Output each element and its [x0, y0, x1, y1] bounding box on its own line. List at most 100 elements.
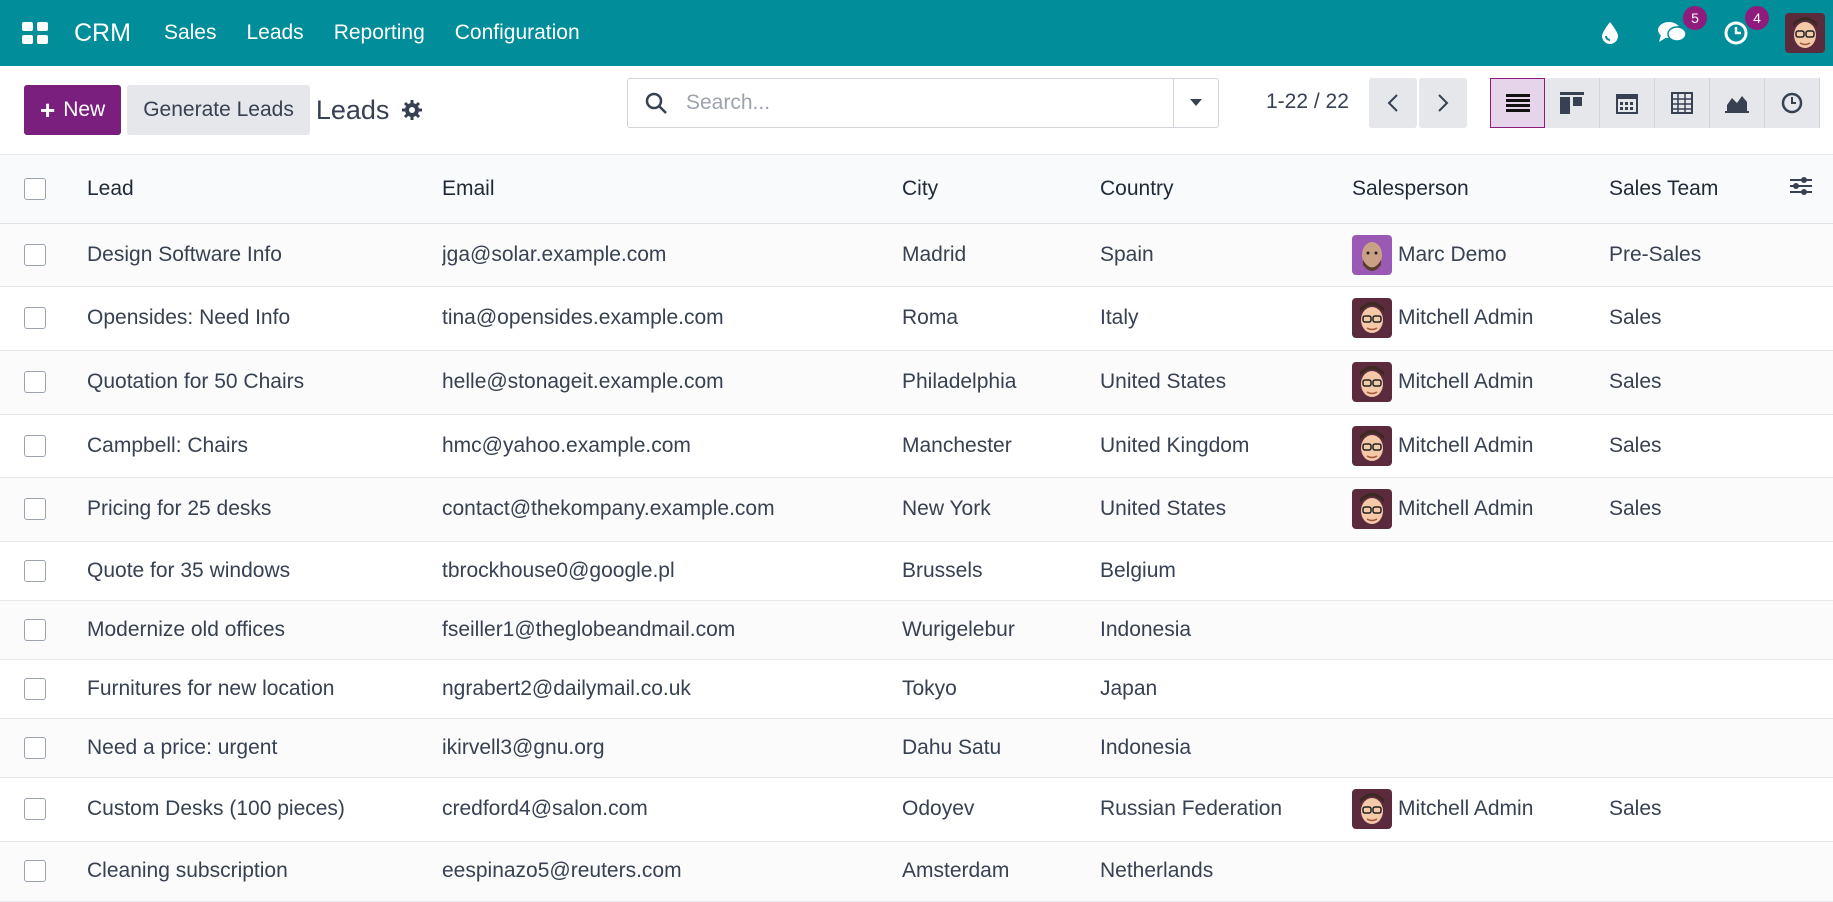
row-checkbox[interactable] — [24, 243, 46, 266]
table-row[interactable]: Design Software Info jga@solar.example.co… — [0, 223, 1833, 286]
cell-city[interactable]: Dahu Satu — [902, 718, 1100, 777]
cell-salesperson[interactable] — [1352, 541, 1609, 600]
gear-icon[interactable] — [401, 99, 423, 121]
cell-lead[interactable]: Cleaning subscription — [87, 841, 442, 901]
cell-city[interactable]: Amsterdam — [902, 841, 1100, 901]
cell-sales-team[interactable]: Sales — [1609, 286, 1789, 350]
generate-leads-button[interactable]: Generate Leads — [127, 85, 310, 135]
cell-city[interactable]: Brussels — [902, 541, 1100, 600]
cell-sales-team[interactable] — [1609, 841, 1789, 901]
cell-sales-team[interactable]: Sales — [1609, 414, 1789, 477]
pivot-view-button[interactable] — [1655, 78, 1710, 128]
cell-email[interactable]: tina@opensides.example.com — [442, 286, 902, 350]
cell-salesperson[interactable] — [1352, 659, 1609, 718]
cell-email[interactable]: hmc@yahoo.example.com — [442, 414, 902, 477]
cell-sales-team[interactable]: Sales — [1609, 477, 1789, 541]
row-checkbox[interactable] — [24, 618, 46, 641]
menu-configuration[interactable]: Configuration — [455, 21, 580, 45]
cell-lead[interactable]: Modernize old offices — [87, 600, 442, 659]
cell-country[interactable]: Netherlands — [1100, 841, 1352, 901]
table-row[interactable]: Custom Desks (100 pieces) credford4@salon… — [0, 777, 1833, 841]
row-checkbox[interactable] — [24, 307, 46, 329]
cell-lead[interactable]: Opensides: Need Info — [87, 286, 442, 350]
cell-salesperson[interactable]: Mitchell Admin — [1352, 286, 1609, 350]
cell-salesperson[interactable]: Mitchell Admin — [1352, 777, 1609, 841]
optional-columns-toggle[interactable] — [1789, 155, 1833, 223]
new-button[interactable]: + New — [24, 85, 122, 135]
cell-email[interactable]: fseiller1@theglobeandmail.com — [442, 600, 902, 659]
menu-leads[interactable]: Leads — [246, 21, 303, 45]
cell-country[interactable]: Indonesia — [1100, 718, 1352, 777]
cell-salesperson[interactable] — [1352, 600, 1609, 659]
cell-salesperson[interactable]: Mitchell Admin — [1352, 350, 1609, 414]
graph-view-button[interactable] — [1710, 78, 1765, 128]
calendar-view-button[interactable] — [1600, 78, 1655, 128]
row-checkbox[interactable] — [24, 677, 46, 700]
cell-salesperson[interactable] — [1352, 841, 1609, 901]
cell-lead[interactable]: Quote for 35 windows — [87, 541, 442, 600]
menu-sales[interactable]: Sales — [164, 21, 217, 45]
cell-salesperson[interactable] — [1352, 718, 1609, 777]
cell-sales-team[interactable]: Pre-Sales — [1609, 223, 1789, 286]
column-header-city[interactable]: City — [902, 155, 1100, 223]
cell-sales-team[interactable]: Sales — [1609, 777, 1789, 841]
row-checkbox[interactable] — [24, 559, 46, 582]
cell-sales-team[interactable] — [1609, 541, 1789, 600]
table-row[interactable]: Opensides: Need Info tina@opensides.examp… — [0, 286, 1833, 350]
cell-lead[interactable]: Pricing for 25 desks — [87, 477, 442, 541]
cell-email[interactable]: helle@stonageit.example.com — [442, 350, 902, 414]
row-checkbox[interactable] — [24, 798, 46, 820]
cell-salesperson[interactable]: Marc Demo — [1352, 223, 1609, 286]
cell-country[interactable]: Japan — [1100, 659, 1352, 718]
column-header-salesperson[interactable]: Salesperson — [1352, 155, 1609, 223]
cell-country[interactable]: Russian Federation — [1100, 777, 1352, 841]
table-row[interactable]: Need a price: urgent ikirvell3@gnu.org Dah… — [0, 718, 1833, 777]
kanban-view-button[interactable] — [1545, 78, 1600, 128]
pager-previous-button[interactable] — [1369, 78, 1417, 128]
table-row[interactable]: Quotation for 50 Chairs helle@stonageit.e… — [0, 350, 1833, 414]
cell-city[interactable]: Tokyo — [902, 659, 1100, 718]
cell-country[interactable]: Italy — [1100, 286, 1352, 350]
cell-country[interactable]: Spain — [1100, 223, 1352, 286]
row-checkbox[interactable] — [24, 498, 46, 520]
search-options-toggle[interactable] — [1173, 79, 1218, 127]
cell-country[interactable]: Belgium — [1100, 541, 1352, 600]
cell-lead[interactable]: Design Software Info — [87, 223, 442, 286]
cell-lead[interactable]: Furnitures for new location — [87, 659, 442, 718]
cell-country[interactable]: Indonesia — [1100, 600, 1352, 659]
table-row[interactable]: Campbell: Chairs hmc@yahoo.example.com Man… — [0, 414, 1833, 477]
column-header-sales-team[interactable]: Sales Team — [1609, 155, 1789, 223]
cell-sales-team[interactable] — [1609, 600, 1789, 659]
row-checkbox[interactable] — [24, 371, 46, 393]
cell-sales-team[interactable] — [1609, 718, 1789, 777]
pager-value[interactable]: 1-22 / 22 — [1266, 90, 1349, 114]
user-avatar[interactable] — [1785, 13, 1825, 53]
cell-city[interactable]: Odoyev — [902, 777, 1100, 841]
table-row[interactable]: Cleaning subscription eespinazo5@reuters.… — [0, 841, 1833, 901]
app-brand[interactable]: CRM — [74, 19, 131, 48]
cell-lead[interactable]: Quotation for 50 Chairs — [87, 350, 442, 414]
cell-sales-team[interactable]: Sales — [1609, 350, 1789, 414]
table-row[interactable]: Furnitures for new location ngrabert2@dai… — [0, 659, 1833, 718]
search-input[interactable] — [684, 90, 1173, 116]
menu-reporting[interactable]: Reporting — [334, 21, 425, 45]
row-checkbox[interactable] — [24, 860, 46, 882]
cell-lead[interactable]: Custom Desks (100 pieces) — [87, 777, 442, 841]
row-checkbox[interactable] — [24, 434, 46, 457]
cell-country[interactable]: United States — [1100, 477, 1352, 541]
cell-sales-team[interactable] — [1609, 659, 1789, 718]
cell-salesperson[interactable]: Mitchell Admin — [1352, 477, 1609, 541]
list-view-button[interactable] — [1490, 78, 1545, 128]
cell-city[interactable]: Wurigelebur — [902, 600, 1100, 659]
chat-icon[interactable]: 5 — [1657, 6, 1707, 46]
pager-next-button[interactable] — [1419, 78, 1467, 128]
droplet-icon[interactable] — [1599, 21, 1621, 45]
row-checkbox[interactable] — [24, 736, 46, 759]
column-header-email[interactable]: Email — [442, 155, 902, 223]
cell-email[interactable]: tbrockhouse0@google.pl — [442, 541, 902, 600]
cell-city[interactable]: New York — [902, 477, 1100, 541]
cell-city[interactable]: Roma — [902, 286, 1100, 350]
table-row[interactable]: Pricing for 25 desks contact@thekompany.e… — [0, 477, 1833, 541]
select-all-checkbox[interactable] — [24, 177, 46, 200]
cell-city[interactable]: Philadelphia — [902, 350, 1100, 414]
